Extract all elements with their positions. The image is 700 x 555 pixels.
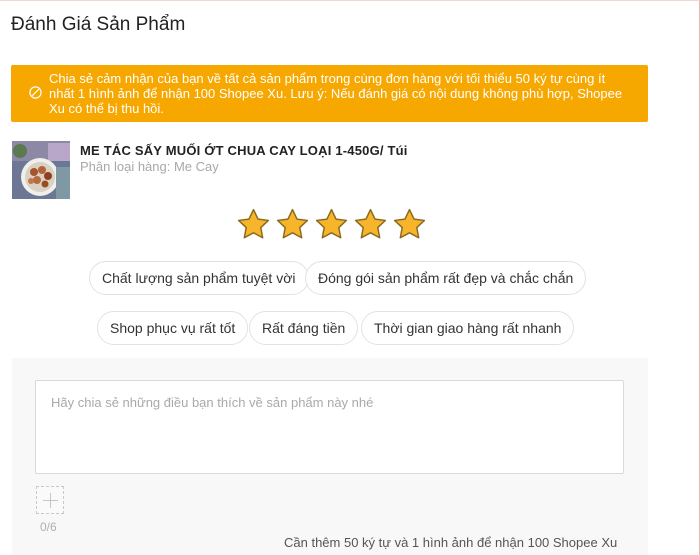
coin-icon: [29, 86, 42, 99]
tag-value-chip[interactable]: Rất đáng tiền: [249, 311, 359, 345]
product-name: ME TÁC SẤY MUỐI ỚT CHUA CAY LOẠI 1-450G/…: [80, 143, 408, 158]
tag-delivery-chip[interactable]: Thời gian giao hàng rất nhanh: [361, 311, 575, 345]
page-title: Đánh Giá Sản Phẩm: [11, 14, 186, 35]
product-info: ME TÁC SẤY MUỐI ỚT CHUA CAY LOẠI 1-450G/…: [12, 141, 652, 199]
tag-service-chip[interactable]: Shop phục vụ rất tốt: [97, 311, 249, 345]
star-icon-4[interactable]: [353, 207, 388, 242]
reward-hint: Cần thêm 50 ký tự và 1 hình ảnh để nhận …: [284, 535, 618, 550]
reward-banner: Chia sẻ cảm nhận của bạn về tất cả sản p…: [11, 65, 648, 122]
tag-quality-chip[interactable]: Chất lượng sản phẩm tuyệt vời: [89, 261, 309, 295]
product-variant: Phân loại hàng: Me Cay: [80, 159, 219, 174]
review-modal: Đánh Giá Sản Phẩm Chia sẻ cảm nhận của b…: [0, 0, 700, 555]
upload-count: 0/6: [40, 520, 57, 534]
tag-packaging-chip[interactable]: Đóng gói sản phẩm rất đẹp và chắc chắn: [305, 261, 587, 295]
star-icon-3[interactable]: [314, 207, 349, 242]
star-icon-2[interactable]: [275, 207, 310, 242]
add-image-button[interactable]: [36, 486, 64, 514]
review-textarea[interactable]: [35, 380, 624, 474]
star-icon-1[interactable]: [236, 207, 271, 242]
banner-text: Chia sẻ cảm nhận của bạn về tất cả sản p…: [49, 71, 623, 116]
product-thumbnail: [12, 141, 70, 199]
star-icon-5[interactable]: [392, 207, 427, 242]
star-rating[interactable]: [236, 207, 427, 247]
